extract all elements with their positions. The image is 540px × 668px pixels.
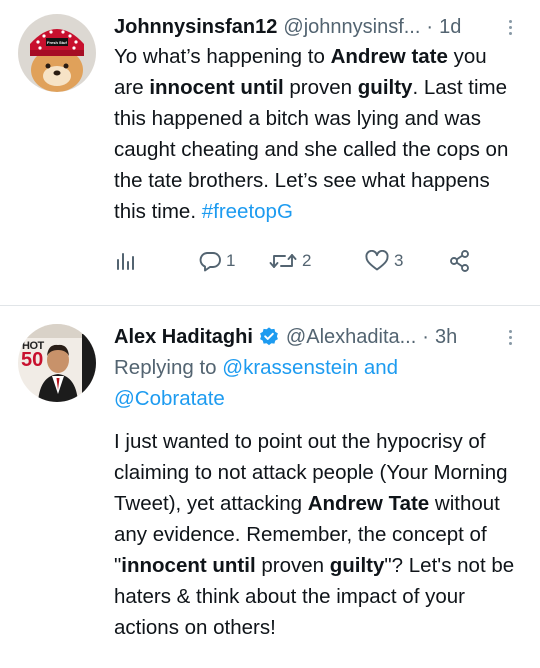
avatar-hat-text: Fresh Stuff xyxy=(47,40,67,45)
mention-link[interactable]: @Cobratate xyxy=(114,387,225,410)
tweet-text: Yo what’s happening to Andrew tate you a… xyxy=(114,41,520,227)
text-segment: proven xyxy=(255,554,330,577)
separator-dot: · xyxy=(422,326,429,348)
retweet-icon xyxy=(269,254,297,268)
more-options-icon[interactable] xyxy=(500,329,520,345)
hashtag-link[interactable]: #freetopG xyxy=(202,200,293,223)
tweet-text: I just wanted to point out the hypocrisy… xyxy=(114,426,520,643)
text-highlight: guilty xyxy=(357,76,413,99)
replying-and[interactable]: and xyxy=(358,356,398,379)
author-handle[interactable]: @Alexhadita... xyxy=(286,324,416,350)
tweet-header: Johnnysinsfan12 @johnnysinsf... · 1d xyxy=(114,14,520,40)
text-highlight: Andrew Tate xyxy=(307,492,430,515)
reply-icon xyxy=(199,252,221,272)
avatar-image xyxy=(18,14,96,92)
avatar[interactable]: HOT 50 xyxy=(18,324,96,402)
verified-badge-icon xyxy=(260,327,278,346)
tweet-header: Alex Haditaghi @Alexhadita... · 3h xyxy=(114,324,520,350)
reply-count: 1 xyxy=(226,251,236,270)
like-button[interactable]: 3 xyxy=(364,250,448,272)
more-options-icon[interactable] xyxy=(500,19,520,35)
timestamp[interactable]: 1d xyxy=(439,14,461,40)
share-button[interactable] xyxy=(448,249,472,273)
author-name[interactable]: Alex Haditaghi xyxy=(114,324,253,350)
text-highlight: guilty xyxy=(329,554,385,577)
text-highlight: Andrew tate xyxy=(330,45,448,68)
tweet[interactable]: Fresh Stuff Johnnysinsfan12 @johnnysinsf… xyxy=(0,0,540,305)
text-highlight: innocent until xyxy=(149,76,284,99)
analytics-icon xyxy=(117,253,134,270)
tweet-actions: 1 2 3 xyxy=(114,249,520,273)
separator-dot: · xyxy=(426,16,434,38)
author-handle[interactable]: @johnnysinsf... xyxy=(283,14,420,40)
share-icon xyxy=(450,250,469,272)
analytics-button[interactable] xyxy=(114,250,198,272)
replying-to: Replying to @krassenstein and @Cobratate xyxy=(114,352,520,414)
retweet-button[interactable]: 2 xyxy=(268,250,364,272)
timestamp[interactable]: 3h xyxy=(435,324,457,350)
avatar-magazine-number: 50 xyxy=(21,349,44,371)
text-segment: proven xyxy=(283,76,358,99)
mention-link[interactable]: @krassenstein xyxy=(222,356,358,379)
replying-to-label: Replying to xyxy=(114,356,223,379)
text-segment: Yo what’s happening to xyxy=(114,45,331,68)
like-icon xyxy=(365,250,389,271)
author-name[interactable]: Johnnysinsfan12 xyxy=(114,14,277,40)
text-highlight: innocent until xyxy=(121,554,256,577)
like-count: 3 xyxy=(394,251,404,270)
tweet[interactable]: HOT 50 Alex Haditaghi @Alexhadita... · 3… xyxy=(0,306,540,643)
reply-button[interactable]: 1 xyxy=(198,250,268,272)
retweet-count: 2 xyxy=(302,251,312,270)
avatar[interactable]: Fresh Stuff xyxy=(18,14,96,92)
